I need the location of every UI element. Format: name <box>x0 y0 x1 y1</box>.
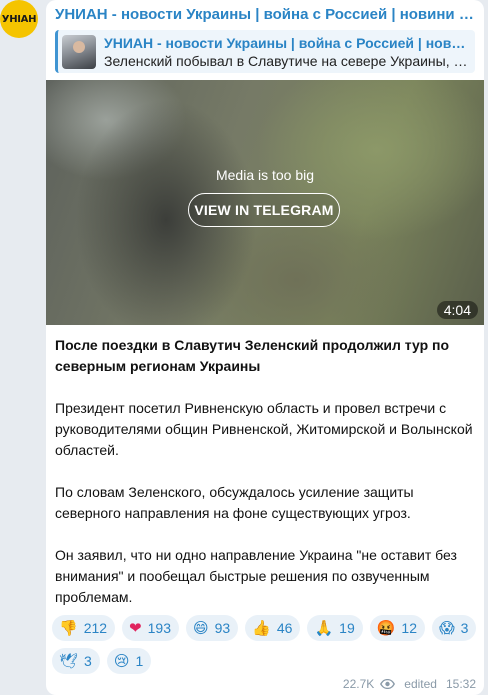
crying-face-icon: 😢 <box>113 651 130 670</box>
post-paragraph: Он заявил, что ни одно направление Украи… <box>55 547 457 605</box>
reaction-crying[interactable]: 😢 1 <box>106 648 152 674</box>
reaction-count: 19 <box>339 620 355 636</box>
reaction-thumbs-down[interactable]: 👎 212 <box>52 615 116 641</box>
thumbs-up-icon: 👍 <box>252 618 271 637</box>
post-paragraph: По словам Зеленского, обсуждалось усилен… <box>55 484 414 521</box>
channel-name-link[interactable]: УНИАН - новости Украины | война с Россие… <box>55 6 475 23</box>
reactions-bar: 👎 212 ❤ 193 😄 93 👍 46 🙏 19 🤬 12 😱 3 🕊 3 … <box>52 615 478 674</box>
red-heart-icon: ❤ <box>129 618 142 637</box>
post-headline: После поездки в Славутич Зеленский продо… <box>55 337 450 374</box>
reaction-count: 212 <box>83 620 108 636</box>
video-duration-badge: 4:04 <box>436 301 478 319</box>
reaction-heart[interactable]: ❤ 193 <box>122 615 179 641</box>
reaction-count: 3 <box>460 620 469 636</box>
message-meta: 22.7K edited 15:32 <box>343 677 476 691</box>
reaction-folded-hands[interactable]: 🙏 19 <box>307 615 363 641</box>
eye-icon <box>380 679 396 689</box>
screaming-face-icon: 😱 <box>439 618 455 637</box>
thumbs-down-icon: 👎 <box>59 618 78 637</box>
view-in-telegram-button[interactable]: VIEW IN TELEGRAM <box>188 193 340 227</box>
message-time: 15:32 <box>445 677 476 691</box>
media-too-big-label: Media is too big <box>215 167 315 183</box>
folded-hands-icon: 🙏 <box>314 618 334 637</box>
dove-icon: 🕊 <box>59 651 79 670</box>
reaction-dove[interactable]: 🕊 3 <box>52 648 100 674</box>
reaction-count: 93 <box>214 620 231 636</box>
reaction-count: 1 <box>135 653 144 669</box>
reaction-count: 46 <box>276 620 293 636</box>
preview-thumbnail <box>62 34 96 69</box>
link-preview[interactable]: УНИАН - новости Украины | война с Россие… <box>55 30 475 73</box>
channel-avatar[interactable]: УНІАН <box>0 0 38 38</box>
post-body: После поездки в Славутич Зеленский продо… <box>55 335 475 629</box>
telegram-post-view: УНІАН УНИАН - новости Украины | война с … <box>0 0 488 695</box>
channel-logo: УНІАН <box>1 13 37 25</box>
reaction-count: 12 <box>401 620 417 636</box>
post-paragraph: Президент посетил Ривненскую область и п… <box>55 400 473 458</box>
preview-title: УНИАН - новости Украины | война с Россие… <box>104 34 468 51</box>
reaction-count: 3 <box>84 653 92 669</box>
view-count: 22.7K <box>342 677 375 691</box>
angry-face-icon: 🤬 <box>376 618 396 637</box>
reaction-angry[interactable]: 🤬 12 <box>369 615 425 641</box>
preview-text: УНИАН - новости Украины | война с Россие… <box>104 34 468 70</box>
reaction-grinning[interactable]: 😄 93 <box>185 615 239 641</box>
preview-description: Зеленский побывал в Славутиче на севере … <box>104 52 468 69</box>
reaction-count: 193 <box>147 620 171 636</box>
message-bubble: УНИАН - новости Украины | война с Россие… <box>46 0 484 695</box>
edited-label: edited <box>404 677 437 691</box>
grinning-face-icon: 😄 <box>192 618 209 637</box>
video-media-placeholder[interactable]: Media is too big VIEW IN TELEGRAM 4:04 <box>46 80 484 325</box>
reaction-thumbs-up[interactable]: 👍 46 <box>245 615 301 641</box>
reaction-screaming[interactable]: 😱 3 <box>432 615 477 641</box>
